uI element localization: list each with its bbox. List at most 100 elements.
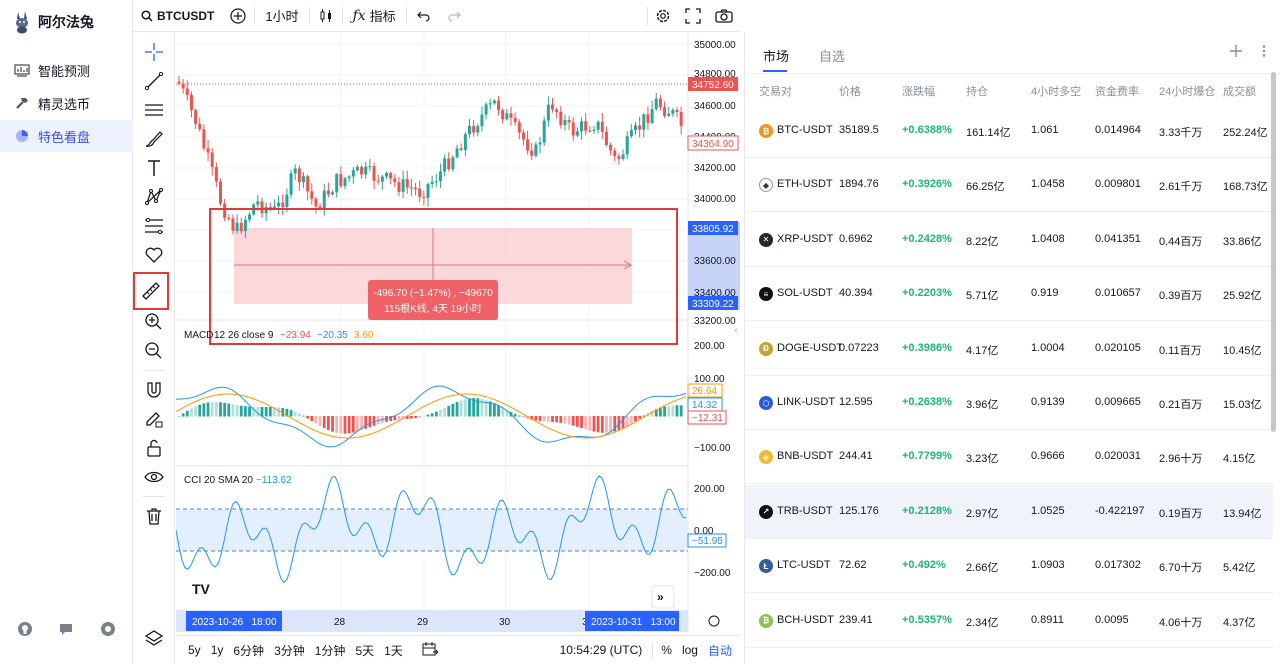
chart-area[interactable]: -496.70 (−1.47%) , −49670 115根K线, 4天 19小…	[175, 32, 740, 632]
market-row-link-usdt[interactable]: ⬡ LINK-USDT 12.595 +0.2638% 3.96亿 0.9139 0.009…	[745, 376, 1273, 430]
header-change[interactable]: 涨跌幅	[902, 83, 935, 99]
symbol-search[interactable]: BTCUSDT	[133, 0, 222, 32]
chart-settings-button[interactable]	[648, 0, 678, 32]
macd-hist-bar	[493, 403, 496, 417]
header-funding-rate[interactable]: 资金费率	[1095, 83, 1139, 99]
fib-tool[interactable]	[142, 214, 166, 238]
github-button[interactable]	[16, 620, 34, 638]
market-row-doge-usdt[interactable]: Ð DOGE-USDT 0.07223 +0.3986% 4.17亿 1.0004 0.02…	[745, 322, 1273, 376]
settings-button[interactable]	[99, 620, 117, 638]
hide-drawings-tool[interactable]	[142, 465, 166, 489]
undo-button[interactable]	[407, 0, 441, 32]
range-1m[interactable]: 1分钟	[310, 642, 351, 659]
panel-scrollbar[interactable]	[1271, 72, 1276, 432]
brush-tool[interactable]	[142, 127, 166, 151]
nav-item-coin-picker[interactable]: 精灵选币	[0, 87, 133, 119]
trend-line-tool[interactable]	[142, 69, 166, 93]
screenshot-button[interactable]	[708, 0, 740, 32]
object-tree-tool[interactable]	[142, 626, 166, 650]
btc-coin-icon: ₿	[759, 124, 773, 138]
cell-liq: 0.39百万	[1159, 290, 1203, 303]
macd-hist-bar	[600, 416, 604, 433]
interval-button[interactable]: 1小时	[255, 0, 308, 32]
candle-body	[671, 109, 675, 114]
auto-toggle[interactable]: 自动	[703, 642, 740, 659]
magnet-tool[interactable]	[142, 378, 166, 402]
macd-hist-bar	[675, 405, 679, 417]
time-axis-settings-icon[interactable]	[708, 615, 720, 627]
signal-value-tag-text: 26.64	[692, 386, 717, 397]
range-1y[interactable]: 1y	[206, 643, 229, 657]
text-tool[interactable]	[142, 156, 166, 180]
range-1d[interactable]: 1天	[379, 642, 408, 659]
candle-body	[189, 94, 193, 111]
more-options-icon[interactable]	[1257, 44, 1271, 58]
market-row-bnb-usdt[interactable]: ◈ BNB-USDT 244.41 +0.7799% 3.23亿 0.9666 0.0200…	[745, 430, 1273, 485]
market-row-eth-usdt[interactable]: ◆ ETH-USDT 1894.76 +0.3926% 66.25亿 1.0458 0.00…	[745, 158, 1273, 213]
zoom-in-tool[interactable]	[142, 310, 166, 334]
macd-hist-bar	[306, 416, 310, 419]
measure-tool[interactable]	[133, 272, 169, 310]
macd-hist-bar	[210, 402, 214, 417]
hammer-icon	[16, 98, 28, 109]
goto-date-button[interactable]	[408, 641, 443, 659]
lock-drawings-tool[interactable]	[142, 436, 166, 460]
cell-funding: 0.009665	[1095, 396, 1141, 408]
crosshair-tool[interactable]	[142, 40, 166, 64]
header-price[interactable]: 价格	[839, 83, 861, 99]
chat-button[interactable]	[57, 620, 75, 638]
market-row-trb-usdt[interactable]: ↗ TRB-USDT 125.176 +0.2128% 2.97亿 1.0525 -0.42…	[745, 484, 1273, 539]
zoom-out-tool[interactable]	[142, 339, 166, 363]
stay-drawing-tool[interactable]	[142, 407, 166, 431]
redo-button[interactable]	[441, 0, 467, 32]
tab-watchlist[interactable]: 自选	[819, 46, 845, 65]
cell-liq: 2.61千万	[1159, 181, 1203, 194]
cell-oi: 5.71亿	[966, 290, 999, 303]
header-long-short[interactable]: 4小时多空	[1031, 83, 1081, 99]
fullscreen-button[interactable]	[678, 0, 708, 32]
header-liquidation[interactable]: 24小时爆仓	[1159, 83, 1215, 99]
cell-oi: 3.23亿	[966, 453, 999, 466]
percent-toggle[interactable]: %	[653, 643, 677, 657]
chart-type-button[interactable]	[310, 0, 342, 32]
market-row-bch-usdt[interactable]: ₿ BCH-USDT 239.41 +0.5357% 2.34亿 0.8911 0.0095…	[745, 594, 1273, 648]
macd-hist-bar	[368, 416, 372, 428]
favorites-tool[interactable]	[142, 243, 166, 267]
macd-hist-bar	[443, 407, 446, 417]
cell-price: 0.07223	[839, 341, 879, 354]
header-volume[interactable]: 成交额	[1223, 83, 1256, 99]
macd-hist-bar	[596, 416, 600, 433]
market-row-sol-usdt[interactable]: ≡ SOL-USDT 40.394 +0.2203% 5.71亿 0.919 0.01065…	[745, 267, 1273, 322]
header-pair[interactable]: 交易对	[759, 83, 792, 99]
cell-change: +0.5357%	[902, 613, 952, 626]
horizontal-lines-tool[interactable]	[142, 98, 166, 122]
nav-item-featured-charts[interactable]: 特色看盘	[0, 120, 133, 152]
range-6m[interactable]: 6分钟	[228, 642, 269, 659]
macd-hist-bar	[663, 406, 666, 417]
range-5d[interactable]: 5天	[350, 642, 379, 659]
log-toggle[interactable]: log	[677, 643, 703, 657]
compare-button[interactable]	[222, 0, 254, 32]
add-symbol-icon[interactable]	[1229, 44, 1243, 58]
market-row-ltc-usdt[interactable]: Ł LTC-USDT 72.62 +0.492% 2.66亿 1.0903 0.017302…	[745, 539, 1273, 594]
collapse-panel-handle[interactable]: ‹	[732, 322, 740, 340]
nav-item-smart-prediction[interactable]: 智能预测	[0, 54, 133, 86]
remove-drawings-tool[interactable]	[142, 504, 166, 528]
pattern-icon	[145, 188, 163, 205]
market-row-btc-usdt[interactable]: ₿ BTC-USDT 35189.5 +0.6388% 161.14亿 1.061 0.01…	[745, 104, 1273, 158]
pattern-tool[interactable]	[142, 185, 166, 209]
header-open-interest[interactable]: 持仓	[966, 83, 988, 99]
tab-market[interactable]: 市场	[763, 46, 789, 65]
range-5y[interactable]: 5y	[176, 643, 206, 657]
market-row-xrp-usdt[interactable]: ✕ XRP-USDT 0.6962 +0.2428% 8.22亿 1.0408 0.0413…	[745, 213, 1273, 267]
utc-clock[interactable]: 10:54:29 (UTC)	[555, 643, 653, 657]
candle-body	[339, 174, 343, 187]
logo[interactable]: 阿尔法兔	[12, 8, 94, 36]
price-chart[interactable]: -496.70 (−1.47%) , −49670 115根K线, 4天 19小…	[175, 32, 740, 632]
cell-change: +0.492%	[902, 559, 946, 572]
indicators-button[interactable]: ƒx 指标	[343, 0, 406, 32]
macd-hist-bar	[455, 402, 459, 417]
range-3m[interactable]: 3分钟	[269, 642, 310, 659]
pie-chart-icon	[16, 130, 28, 142]
candle-body	[219, 181, 222, 204]
